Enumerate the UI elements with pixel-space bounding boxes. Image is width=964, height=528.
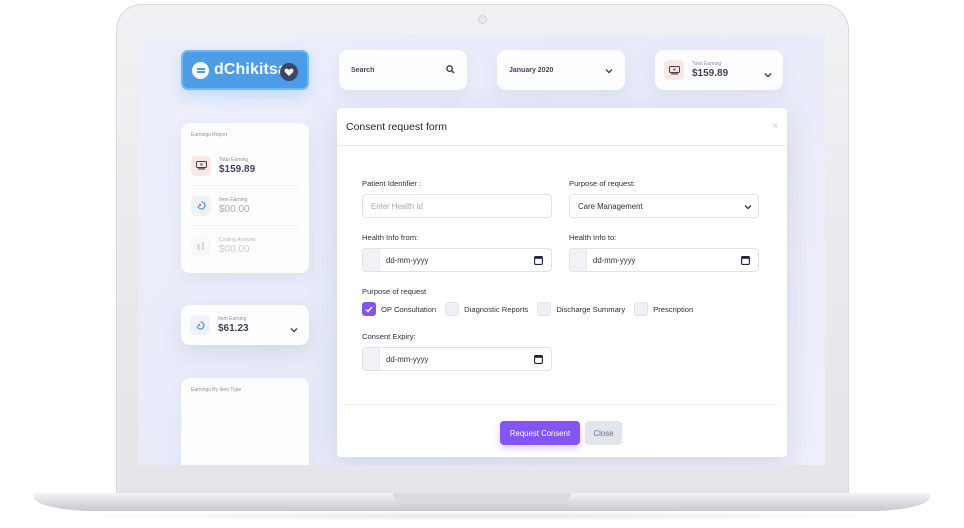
laptop-notch (393, 493, 571, 501)
laptop-shadow (60, 511, 904, 521)
diagnostic-reports-checkbox[interactable] (445, 302, 460, 316)
date-placeholder: dd-mm-yyyy (386, 354, 429, 364)
consent-request-modal: Consent request form × Patient Identifie… (337, 108, 787, 457)
purpose-group-label: Purpose of request (362, 287, 427, 296)
discharge-summary-checkbox[interactable] (537, 302, 552, 316)
patient-identifier-input[interactable]: Enter Health Id (362, 194, 552, 218)
purpose-select-label: Purpose of request: (569, 179, 636, 188)
health-info-to-date[interactable]: dd-mm-yyyy (569, 248, 759, 272)
op-consultation-checkbox[interactable] (362, 302, 376, 316)
date-placeholder: dd-mm-yyyy (386, 255, 429, 265)
health-info-to-label: Health Info to: (569, 233, 617, 242)
chevron-down-icon (744, 203, 752, 212)
request-consent-button[interactable]: Request Consent (500, 421, 580, 445)
purpose-select-value: Care Management (578, 201, 643, 211)
prescription-checkbox[interactable] (634, 302, 649, 316)
calendar-icon[interactable] (534, 354, 543, 366)
patient-identifier-placeholder: Enter Health Id (371, 201, 424, 211)
consent-expiry-label: Consent Expiry: (362, 332, 416, 341)
health-info-from-date[interactable]: dd-mm-yyyy (362, 248, 552, 272)
patient-identifier-label: Patient Identifier : (362, 179, 422, 188)
purpose-checkbox-group: OP Consultation Diagnostic Reports Disch… (362, 302, 702, 316)
calendar-icon[interactable] (534, 255, 543, 267)
discharge-summary-label[interactable]: Discharge Summary (556, 305, 625, 314)
close-icon[interactable]: × (772, 121, 778, 132)
date-placeholder: dd-mm-yyyy (593, 255, 636, 265)
modal-header: Consent request form × (337, 108, 787, 146)
modal-footer-divider (343, 404, 777, 405)
prescription-label[interactable]: Prescription (653, 305, 693, 314)
health-info-from-label: Health Info from: (362, 233, 419, 242)
modal-title: Consent request form (346, 120, 447, 133)
purpose-select[interactable]: Care Management (569, 194, 759, 218)
camera (478, 15, 487, 24)
app-screen: dChikitsa Search January 2020 Total Earn… (139, 35, 825, 465)
diagnostic-reports-label[interactable]: Diagnostic Reports (464, 305, 528, 314)
close-button[interactable]: Close (585, 421, 622, 445)
consent-expiry-date[interactable]: dd-mm-yyyy (362, 347, 552, 371)
calendar-icon[interactable] (741, 255, 750, 267)
op-consultation-label[interactable]: OP Consultation (381, 305, 436, 314)
